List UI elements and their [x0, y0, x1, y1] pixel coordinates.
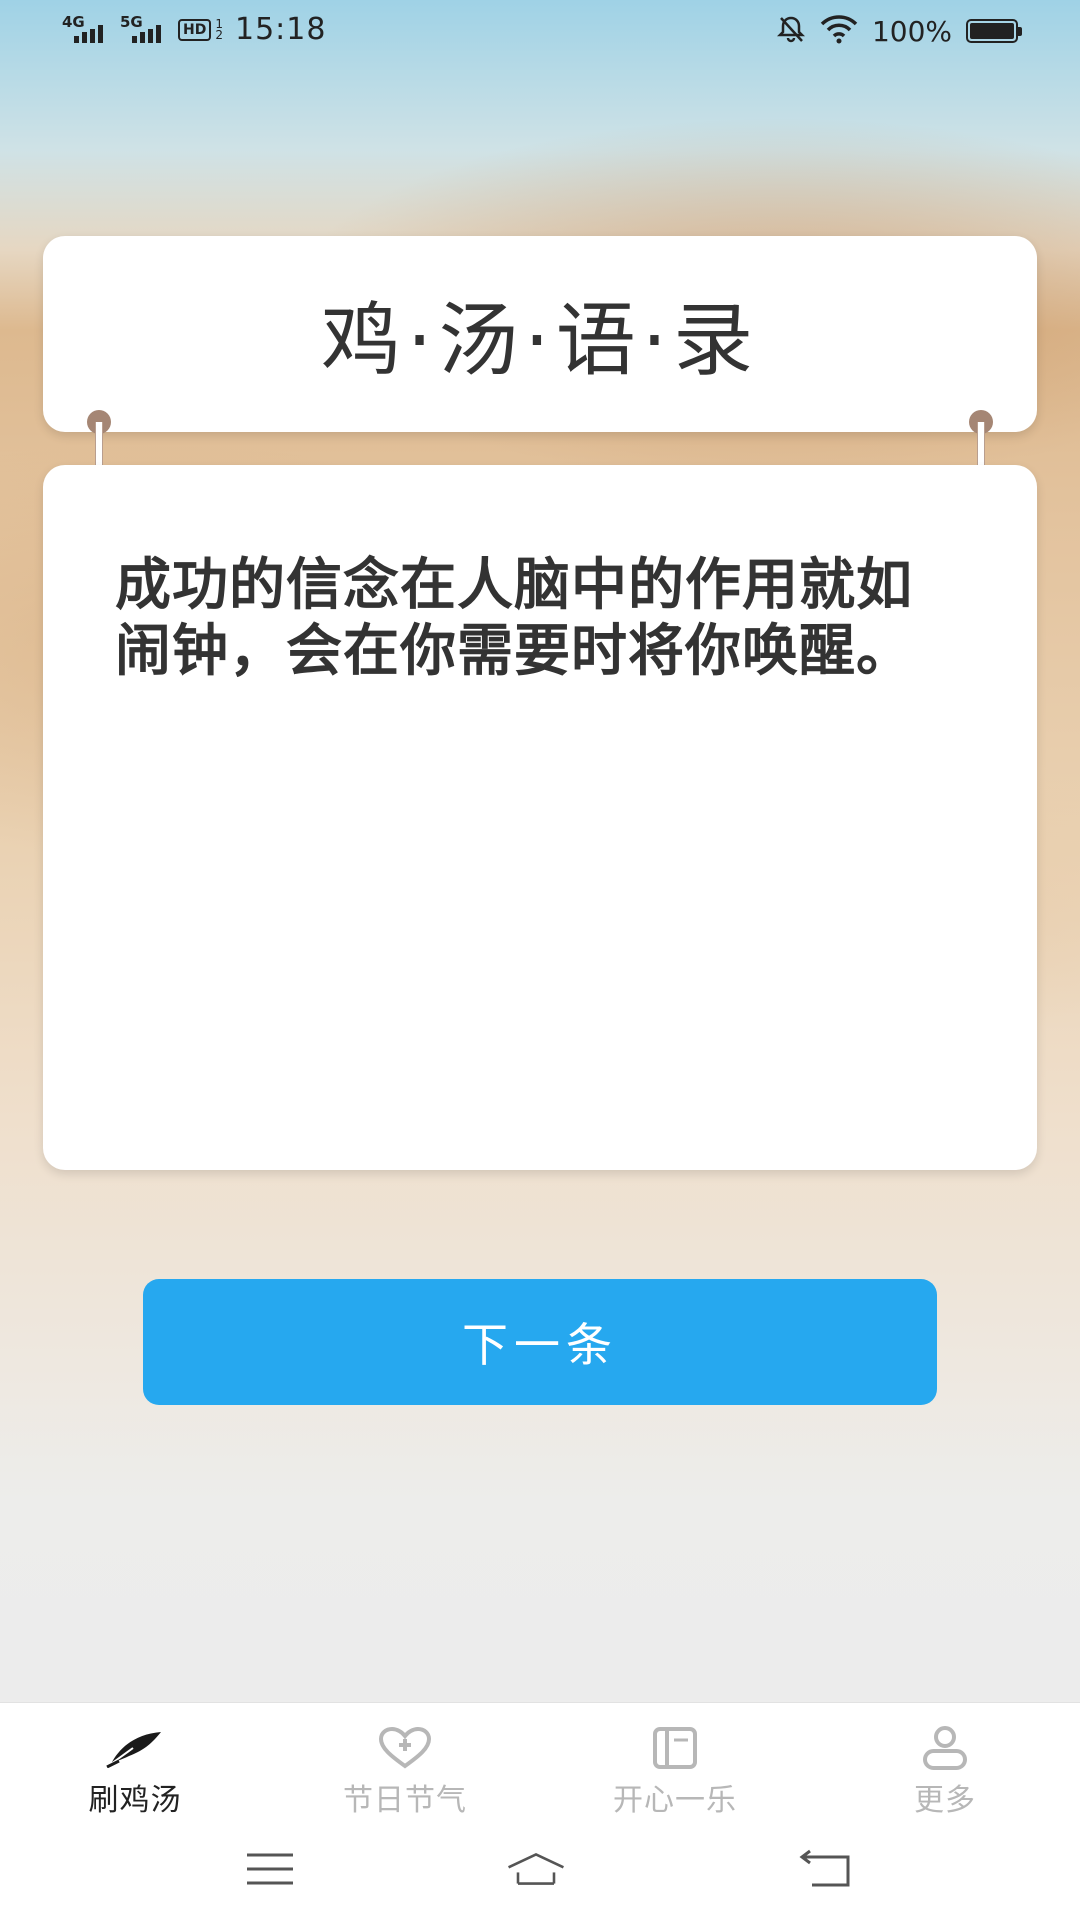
quote-card: 成功的信念在人脑中的作用就如闹钟，会在你需要时将你唤醒。: [43, 465, 1037, 1170]
quote-text: 成功的信念在人脑中的作用就如闹钟，会在你需要时将你唤醒。: [115, 553, 913, 684]
mute-bell-icon: [776, 14, 806, 48]
hd-sim-bottom: 2: [215, 27, 223, 42]
battery-fill: [970, 23, 1014, 39]
battery-icon: [966, 19, 1022, 43]
heart-plus-icon: [375, 1725, 435, 1771]
tab-festivals[interactable]: 节日节气: [270, 1703, 540, 1823]
signal-4g-icon: 4G: [62, 13, 112, 47]
feather-icon: [105, 1725, 165, 1771]
tab-jokes[interactable]: 开心一乐: [540, 1703, 810, 1823]
hd-voice-icon: HD: [178, 18, 212, 41]
tab-chicken-soup[interactable]: 刷鸡汤: [0, 1703, 270, 1823]
wifi-icon: [820, 14, 858, 48]
person-icon: [915, 1725, 975, 1771]
book-icon: [645, 1725, 705, 1771]
clock: 15:18: [234, 12, 327, 47]
tab-label: 节日节气: [343, 1783, 467, 1818]
back-icon[interactable]: [795, 1844, 855, 1894]
hd-sim-indicator: 1 2: [215, 18, 223, 42]
next-quote-button[interactable]: 下一条: [143, 1279, 937, 1405]
tab-label: 开心一乐: [613, 1783, 737, 1818]
tab-label: 更多: [914, 1783, 976, 1818]
title-card: 鸡·汤·语·录: [43, 236, 1037, 432]
tab-label: 刷鸡汤: [88, 1783, 182, 1818]
battery-percent: 100%: [871, 14, 952, 48]
signal-5g-icon: 5G: [120, 13, 170, 47]
system-nav-bar: [0, 1822, 1080, 1920]
bottom-tab-bar: 刷鸡汤 节日节气 开心一乐 更多: [0, 1702, 1080, 1823]
menu-icon[interactable]: [240, 1844, 300, 1894]
tab-more[interactable]: 更多: [810, 1703, 1080, 1823]
home-icon[interactable]: [506, 1844, 566, 1894]
status-bar: 4G 5G HD 1 2 15:18 100%: [0, 0, 1080, 66]
page-title: 鸡·汤·语·录: [320, 294, 760, 387]
